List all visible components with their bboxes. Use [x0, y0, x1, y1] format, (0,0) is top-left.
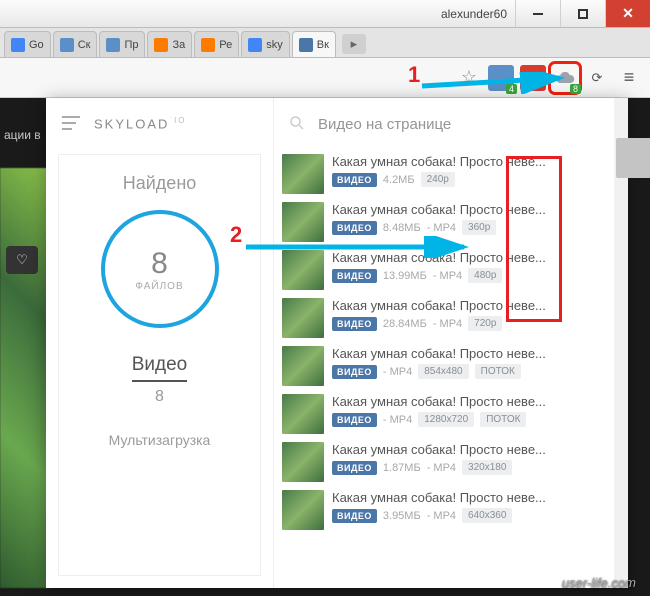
tab-0[interactable]: Go	[4, 31, 51, 57]
annotation-1-label: 1	[408, 62, 420, 88]
category-block: Видео 8	[132, 354, 188, 406]
popup-left-pane: SKYLOAD˙IO Найдено 8 ФАЙЛОВ Видео 8 Муль…	[46, 98, 274, 588]
tab-3[interactable]: За	[147, 31, 192, 57]
titlebar: alexunder60 ✕	[0, 0, 650, 28]
video-thumbnail	[282, 298, 324, 338]
search-icon[interactable]	[288, 114, 306, 135]
category-title[interactable]: Видео	[132, 354, 188, 382]
browser-window: alexunder60 ✕ Go Ск Пр За Ре sky Вк ▸ ☆ …	[0, 0, 650, 596]
found-label: Найдено	[123, 173, 197, 194]
maximize-button[interactable]	[560, 0, 605, 27]
tab-strip: Go Ск Пр За Ре sky Вк ▸	[0, 28, 650, 58]
count-number: 8	[151, 247, 168, 281]
list-item[interactable]: Какая умная собака! Просто неве... ВИДЕО…	[274, 150, 628, 198]
video-thumbnail	[282, 490, 324, 530]
video-thumbnail	[282, 442, 324, 482]
category-count: 8	[132, 388, 188, 406]
tab-4[interactable]: Ре	[194, 31, 239, 57]
menu-icon[interactable]: ≡	[616, 65, 642, 91]
sync-icon[interactable]: ⟳	[584, 65, 610, 91]
count-files-label: ФАЙЛОВ	[135, 281, 183, 292]
scrollbar[interactable]	[614, 98, 628, 588]
new-tab-button[interactable]: ▸	[342, 34, 366, 54]
popup-right-pane: Видео на странице Какая умная собака! Пр…	[274, 98, 628, 588]
brand-label: SKYLOAD˙IO	[94, 116, 187, 131]
watermark: user-life.com	[562, 575, 636, 590]
tab-6[interactable]: Вк	[292, 31, 336, 57]
tab-2[interactable]: Пр	[99, 31, 145, 57]
window-username: alexunder60	[441, 7, 507, 21]
file-list: Какая умная собака! Просто неве... ВИДЕО…	[274, 150, 628, 588]
tab-1[interactable]: Ск	[53, 31, 98, 57]
scrollbar-thumb[interactable]	[616, 138, 650, 178]
annotation-2-label: 2	[230, 222, 242, 248]
video-thumbnail	[282, 394, 324, 434]
popup-right-header: Видео на странице	[274, 98, 628, 150]
menu-lines-icon[interactable]	[62, 116, 80, 133]
video-player-bg	[0, 168, 50, 588]
list-item[interactable]: Какая умная собака! Просто неве... ВИДЕО…	[274, 294, 628, 342]
list-title: Видео на странице	[318, 116, 451, 133]
vk-badge: ВИДЕО	[332, 173, 377, 187]
count-ring: 8 ФАЙЛОВ	[101, 210, 219, 328]
list-item[interactable]: Какая умная собака! Просто неве... ВИДЕО…	[274, 486, 628, 534]
multidownload-button[interactable]: Мультизагрузка	[109, 432, 211, 448]
resolution-pill[interactable]: 240p	[421, 172, 455, 187]
close-button[interactable]: ✕	[605, 0, 650, 27]
annotation-2-arrow	[244, 236, 474, 258]
video-thumbnail	[282, 346, 324, 386]
list-item[interactable]: Какая умная собака! Просто неве... ВИДЕО…	[274, 390, 628, 438]
annotation-1-arrow	[420, 72, 570, 94]
minimize-button[interactable]	[515, 0, 560, 27]
list-item[interactable]: Какая умная собака! Просто неве... ВИДЕО…	[274, 438, 628, 486]
tab-5[interactable]: sky	[241, 31, 290, 57]
skyload-popup: SKYLOAD˙IO Найдено 8 ФАЙЛОВ Видео 8 Муль…	[46, 98, 628, 588]
popup-left-header: SKYLOAD˙IO	[46, 98, 273, 150]
page-text-fragment: ации в	[4, 128, 41, 142]
summary-card: Найдено 8 ФАЙЛОВ Видео 8 Мультизагрузка	[58, 154, 261, 576]
video-thumbnail	[282, 154, 324, 194]
like-button[interactable]: ♡	[6, 246, 38, 274]
list-item[interactable]: Какая умная собака! Просто неве... ВИДЕО…	[274, 342, 628, 390]
